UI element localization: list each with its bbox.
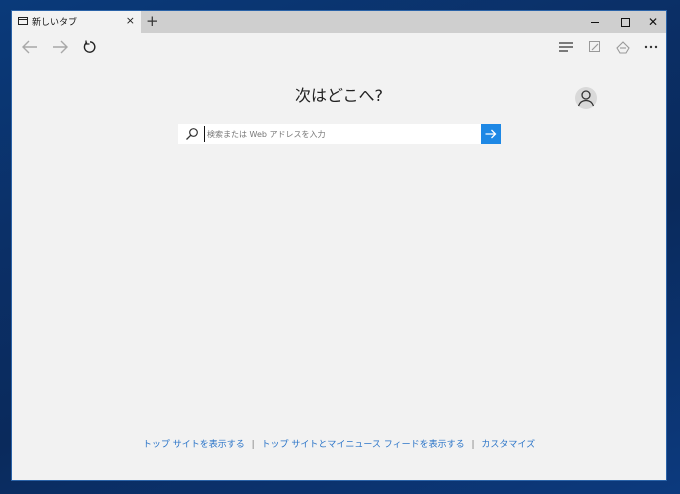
page-title: 次はどこへ? — [294, 86, 383, 105]
refresh-icon — [83, 40, 96, 53]
back-button[interactable] — [18, 37, 42, 57]
maximize-button[interactable] — [610, 11, 640, 33]
separator: | — [471, 440, 475, 450]
separator: | — [251, 440, 255, 450]
footer-links: トップ サイトを表示する | トップ サイトとマイニュース フィードを表示する … — [12, 437, 666, 450]
toolbar — [12, 33, 666, 61]
link-show-top-sites[interactable]: トップ サイトを表示する — [143, 440, 245, 450]
more-icon — [644, 45, 658, 49]
tab-title: 新しいタブ — [32, 18, 78, 28]
forward-button[interactable] — [48, 37, 72, 57]
hub-button[interactable] — [554, 37, 578, 57]
share-button[interactable] — [611, 37, 635, 57]
close-tab-button[interactable]: × — [126, 14, 135, 28]
new-tab-plus-icon[interactable]: + — [146, 13, 159, 29]
maximize-icon — [620, 17, 630, 27]
tab-page-icon — [18, 17, 28, 25]
back-arrow-icon — [22, 40, 37, 54]
forward-arrow-icon — [53, 40, 68, 54]
search-input[interactable] — [204, 126, 477, 142]
title-bar: 新しいタブ × + ✕ — [12, 11, 666, 33]
hub-icon — [559, 42, 573, 52]
profile-button[interactable] — [575, 87, 597, 109]
minimize-icon — [591, 21, 599, 23]
web-note-icon — [589, 41, 600, 52]
refresh-button[interactable] — [78, 37, 102, 57]
arrow-right-icon — [485, 129, 497, 139]
search-icon — [186, 128, 198, 140]
link-customize[interactable]: カスタマイズ — [481, 440, 535, 450]
search-box — [178, 124, 501, 144]
browser-window: 新しいタブ × + ✕ 次はどこへ? 検索または Web アドレスを入力 トップ… — [11, 10, 667, 481]
web-note-button[interactable] — [583, 37, 607, 57]
minimize-button[interactable] — [580, 11, 610, 33]
link-show-top-sites-and-news[interactable]: トップ サイトとマイニュース フィードを表示する — [262, 440, 465, 450]
close-window-button[interactable]: ✕ — [638, 11, 668, 33]
more-button[interactable] — [639, 37, 663, 57]
profile-icon — [577, 90, 595, 107]
tab-new-tab[interactable]: 新しいタブ × — [12, 11, 141, 33]
go-button[interactable] — [481, 124, 501, 144]
share-icon — [616, 40, 630, 54]
